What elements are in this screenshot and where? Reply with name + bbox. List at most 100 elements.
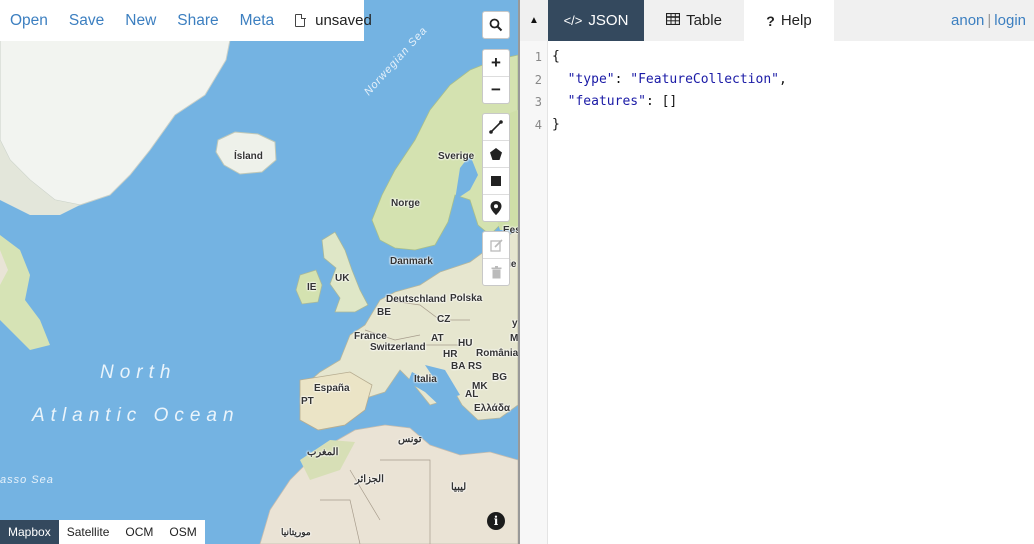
- tab-json-label: JSON: [588, 12, 629, 29]
- code-line: {: [552, 46, 787, 69]
- map-label-at: AT: [431, 333, 444, 344]
- map-label-espana: España: [314, 383, 350, 394]
- tab-table[interactable]: Table: [644, 0, 744, 41]
- delete-layers-button[interactable]: [483, 258, 509, 285]
- layer-switcher: Mapbox Satellite OCM OSM: [0, 520, 205, 544]
- layer-mapbox[interactable]: Mapbox: [0, 520, 59, 544]
- file-status: unsaved: [295, 12, 372, 29]
- code-brace-open: {: [552, 49, 560, 64]
- map-label-hu: HU: [458, 338, 473, 349]
- map-label-italia: Italia: [414, 374, 437, 385]
- zoom-out-button[interactable]: −: [483, 76, 509, 103]
- map-label-switzerland: Switzerland: [370, 342, 426, 353]
- sea-label-sargasso: asso Sea: [0, 474, 54, 486]
- code-features-value: []: [661, 94, 678, 109]
- polygon-icon: [490, 148, 502, 160]
- map-label-libya: ليبيا: [451, 482, 467, 493]
- code-line: "type": "FeatureCollection",: [567, 71, 787, 87]
- code-brace-close: }: [552, 116, 560, 132]
- draw-rectangle-button[interactable]: [483, 167, 509, 194]
- map-label-france: France: [354, 331, 387, 342]
- zoom-control: + −: [482, 49, 510, 104]
- line-number: 2: [534, 72, 542, 87]
- map-label-romania: România: [476, 348, 518, 359]
- code-type-value: "FeatureCollection": [630, 71, 779, 87]
- draw-line-button[interactable]: [483, 114, 509, 140]
- basemap: [0, 0, 518, 544]
- code-type-key: "type": [567, 71, 615, 87]
- file-status-label: unsaved: [315, 12, 372, 29]
- line-number-gutter: 1 2 3 4: [520, 41, 548, 544]
- map-label-be: BE: [377, 307, 391, 318]
- map-label-danmark: Danmark: [390, 256, 433, 267]
- code-icon: </>: [563, 13, 583, 28]
- layer-osm[interactable]: OSM: [161, 520, 204, 544]
- user-box: anon | login: [951, 12, 1026, 29]
- code-line: }: [552, 114, 787, 137]
- map-label-polska: Polska: [450, 293, 483, 304]
- map-label-deutschland: Deutschland: [386, 294, 447, 305]
- code-features-key: "features": [567, 94, 646, 109]
- editor-pane: ▲ </> JSON Table ? Help anon | login 1 2 3…: [520, 0, 1034, 544]
- draw-polygon-button[interactable]: [483, 140, 509, 167]
- json-editor[interactable]: 1 2 3 4 { "type": "FeatureCollection", "…: [520, 41, 1034, 544]
- line-number: 1: [534, 50, 542, 64]
- code-line: "features": []: [567, 94, 678, 109]
- map-label-norge: Norge: [391, 198, 420, 209]
- map-label-y-edge: y: [512, 318, 518, 329]
- map-label-rs: RS: [468, 361, 482, 372]
- map-view[interactable]: North Atlantic Ocean Norwegian Sea asso …: [0, 0, 518, 544]
- map-label-hr: HR: [443, 349, 458, 360]
- ocean-label-north: North: [100, 362, 177, 383]
- tab-json[interactable]: </> JSON: [548, 0, 644, 41]
- table-icon: [665, 12, 681, 28]
- caret-up-icon: ▲: [529, 15, 539, 26]
- code-area[interactable]: { "type": "FeatureCollection", "features…: [548, 41, 787, 544]
- collapse-pane-button[interactable]: ▲: [520, 0, 548, 41]
- user-anon-link[interactable]: anon: [951, 12, 984, 29]
- ocean-label-atlantic: Atlantic Ocean: [32, 405, 240, 426]
- line-number: 3: [534, 95, 542, 109]
- layer-ocm[interactable]: OCM: [117, 520, 161, 544]
- document-icon: [295, 13, 306, 27]
- map-label-cz: CZ: [437, 314, 451, 325]
- search-button[interactable]: [483, 12, 509, 38]
- tab-help-label: Help: [780, 12, 812, 29]
- map-label-bg: BG: [492, 372, 507, 383]
- map-marker-icon: [490, 201, 502, 215]
- trash-icon: [491, 265, 501, 278]
- search-control: [482, 11, 510, 39]
- edit-layers-button[interactable]: [483, 232, 509, 258]
- zoom-in-button[interactable]: +: [483, 50, 509, 76]
- map-label-ba: BA: [451, 361, 466, 372]
- menu-open[interactable]: Open: [10, 12, 48, 30]
- map-label-sverige: Sverige: [438, 151, 475, 162]
- pane-tab-bar: ▲ </> JSON Table ? Help anon | login: [520, 0, 1034, 41]
- menu-save[interactable]: Save: [69, 12, 104, 30]
- search-icon: [489, 18, 503, 32]
- menu-meta[interactable]: Meta: [240, 12, 274, 30]
- rectangle-icon: [491, 176, 501, 186]
- map-label-md: M: [510, 333, 518, 344]
- edit-icon: [489, 238, 503, 252]
- edit-toolbar: [482, 231, 510, 286]
- map-label-ie: IE: [307, 282, 317, 293]
- map-label-island: Ísland: [234, 151, 263, 162]
- menu-share[interactable]: Share: [177, 12, 218, 30]
- tab-help[interactable]: ? Help: [744, 0, 834, 41]
- draw-toolbar: [482, 113, 510, 222]
- layer-satellite[interactable]: Satellite: [59, 520, 118, 544]
- menu-new[interactable]: New: [125, 12, 156, 30]
- user-separator: |: [987, 12, 992, 29]
- map-label-uk: UK: [335, 273, 350, 284]
- map-label-ellada: Ελλάδα: [474, 403, 511, 414]
- map-label-jazair: الجزائر: [355, 474, 384, 485]
- draw-marker-button[interactable]: [483, 194, 509, 221]
- line-number: 4: [534, 117, 542, 132]
- map-label-tunes: تونس: [398, 434, 422, 445]
- map-label-al: AL: [465, 389, 479, 400]
- login-link[interactable]: login: [994, 12, 1026, 29]
- question-icon: ?: [766, 12, 775, 29]
- map-label-mauritania: موريتانيا: [281, 527, 311, 537]
- map-info-button[interactable]: i: [487, 512, 505, 530]
